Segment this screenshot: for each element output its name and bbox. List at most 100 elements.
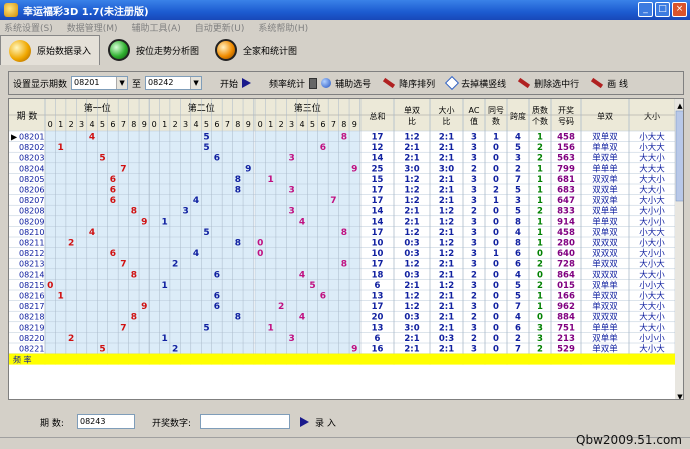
digit-mark: 8 (341, 133, 347, 143)
sum-cell: 12 (372, 143, 384, 153)
same_tail-cell: 0 (493, 143, 499, 153)
span-cell: 4 (515, 228, 521, 238)
odd_even-cell: 单单双 (592, 142, 618, 153)
window-controls: _ □ × (638, 2, 687, 17)
sum-stat-button[interactable]: 全家和统计图 (207, 35, 305, 65)
prime_count-cell: 2 (537, 143, 543, 153)
trend-table[interactable]: 期 数第一位 0 1 2 3 4 5 6 7 8 9 第二位 0 1 2 3 4 5 6 7 8 9 第三位 0 1 2 3 4 5 6 7… (8, 98, 684, 400)
span-header: 跨度 (510, 111, 526, 121)
to-period-select[interactable]: 08242 ▼ (145, 76, 203, 90)
menu-update[interactable]: 自动更新(U) (195, 21, 245, 34)
span-cell: 7 (515, 175, 521, 185)
window-title: 幸运福彩3D 1.7(未注册版) (23, 6, 149, 18)
odd_even_ratio-cell: 0:3 (404, 270, 419, 280)
draw_no-cell: 458 (557, 228, 575, 238)
period-cell: 08209 (19, 217, 44, 226)
span-cell: 7 (515, 345, 521, 355)
enter-arrow-icon[interactable] (300, 417, 309, 427)
big_small-cell: 大大小 (639, 269, 665, 280)
menu-system[interactable]: 系统设置(S) (4, 21, 53, 34)
digit-header: 6 (214, 120, 219, 129)
big_small-cell: 大大大 (639, 163, 665, 174)
assist-select-button[interactable]: 辅助选号 (335, 77, 371, 90)
big_small_ratio-cell: 2:1 (439, 186, 454, 196)
draw-line-button[interactable]: 画 线 (607, 77, 628, 90)
freq-stat-label[interactable]: 频率统计 (269, 77, 305, 90)
prime_count-cell: 1 (537, 228, 543, 238)
draw_no-cell: 529 (557, 345, 575, 355)
scroll-down-icon[interactable]: ▼ (677, 393, 683, 400)
same_tail-cell: 0 (493, 217, 499, 227)
digit-header: 3 (289, 120, 294, 129)
prime_count-cell: 0 (537, 313, 543, 323)
digit-header: 3 (183, 120, 188, 129)
big_small-cell: 大大小 (639, 153, 665, 164)
period-cell: 08204 (19, 164, 44, 173)
menu-help[interactable]: 系统帮助(H) (258, 21, 308, 34)
maximize-button[interactable]: □ (655, 2, 670, 17)
play-arrow-icon[interactable] (242, 78, 252, 88)
sum-cell: 15 (372, 175, 384, 185)
prime_count-cell: 2 (537, 207, 543, 217)
period-entry-input[interactable]: 08243 (77, 414, 135, 429)
digit-header: 1 (58, 120, 63, 129)
period-cell: 08203 (19, 154, 44, 163)
digit-mark: 4 (299, 217, 305, 227)
big_small-cell: 大小小 (639, 248, 665, 259)
odd_even-cell: 双单单 (592, 333, 618, 344)
odd_even-cell: 双单单 (592, 206, 618, 217)
draw-entry-input[interactable] (200, 414, 290, 429)
scroll-up-icon[interactable]: ▲ (677, 102, 683, 110)
digit-mark: 4 (299, 270, 305, 280)
raw-data-entry-button[interactable]: 原始数据录入 (0, 35, 101, 65)
from-period-select[interactable]: 08201 ▼ (71, 76, 129, 90)
odd_even-cell: 单双双 (592, 291, 618, 302)
digit-mark: 3 (288, 154, 294, 164)
minimize-button[interactable]: _ (638, 2, 653, 17)
digit-header: 7 (331, 120, 336, 129)
big_small_ratio-cell: 2:1 (439, 143, 454, 153)
digit-mark: 8 (131, 207, 137, 217)
menu-data[interactable]: 数据管理(M) (67, 21, 118, 34)
same_tail-cell: 0 (493, 334, 499, 344)
enter-button[interactable]: 录 入 (315, 416, 336, 429)
big_small_ratio-cell: 2:1 (439, 292, 454, 302)
odd_even_ratio-cell: 0:3 (404, 249, 419, 259)
span-cell: 5 (515, 207, 521, 217)
delete-row-button[interactable]: 删除选中行 (534, 77, 579, 90)
digit-mark: 4 (89, 133, 95, 143)
digit-header: 5 (204, 120, 209, 129)
big_small_ratio-cell: 0:3 (439, 334, 454, 344)
chevron-down-icon[interactable]: ▼ (190, 77, 202, 89)
freq-row (9, 353, 675, 365)
digit-header: 7 (225, 120, 230, 129)
menu-tools[interactable]: 辅助工具(A) (132, 21, 181, 34)
close-button[interactable]: × (672, 2, 687, 17)
chevron-down-icon[interactable]: ▼ (116, 77, 128, 89)
digit-mark: 5 (203, 228, 209, 238)
digit-mark: 9 (351, 345, 357, 355)
start-label[interactable]: 开始 (220, 77, 238, 90)
current-row-marker: ▶ (11, 133, 18, 142)
digit-mark: 6 (320, 143, 326, 153)
odd_even-cell: 单双单 (592, 344, 618, 355)
odd_even-cell: 双双双 (592, 249, 618, 259)
draw_no-header: 号码 (558, 117, 574, 126)
prime_count-cell: 3 (537, 334, 543, 344)
remove-lines-button[interactable]: 去掉横竖线 (461, 77, 506, 90)
odd_even_ratio-cell: 2:1 (404, 345, 419, 355)
draw-pen-icon (591, 77, 604, 89)
draw_no-cell: 681 (557, 175, 575, 185)
position-trend-button[interactable]: 按位走势分析图 (100, 35, 207, 65)
span-cell: 5 (515, 143, 521, 153)
scroll-thumb[interactable] (675, 110, 684, 202)
digit-mark: 6 (320, 292, 326, 302)
digit-header: 5 (310, 120, 315, 129)
trend-grid[interactable]: 期 数第一位0 1 2 3 4 5 6 7 8 9第二位0 1 2 3 4 5 6 7 8 9第三位0 1 2 3 4 5 6 7… (9, 99, 684, 400)
digit-mark: 4 (299, 313, 305, 323)
sum-cell: 17 (372, 133, 384, 143)
period-cell: 08202 (19, 143, 44, 152)
draw-entry-label: 开奖数字: (152, 419, 192, 429)
calculator-icon[interactable] (309, 77, 318, 89)
sort-desc-button[interactable]: 降序排列 (399, 77, 435, 90)
